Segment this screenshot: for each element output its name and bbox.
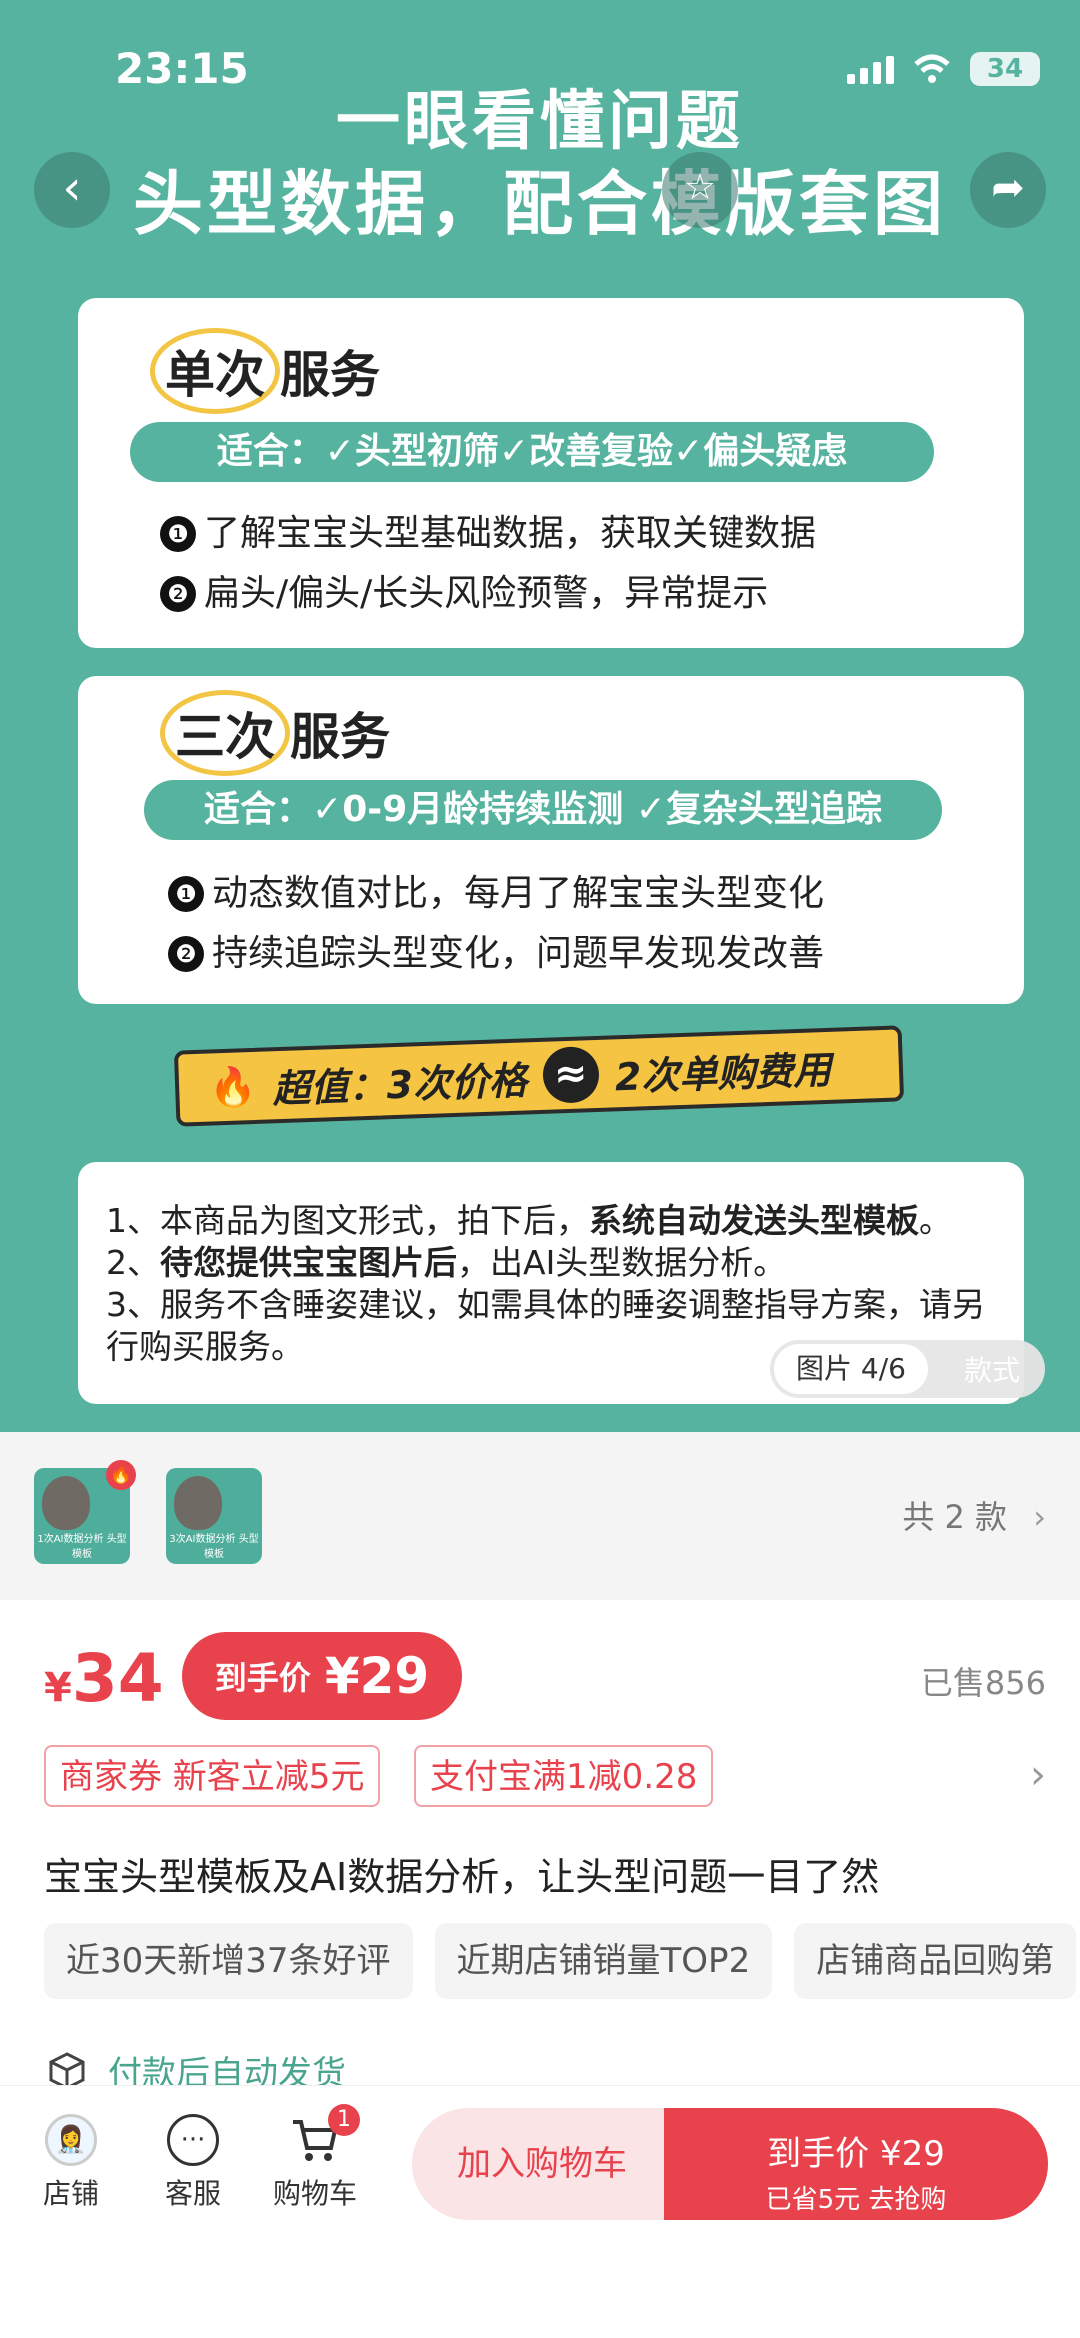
service-label: 客服: [164, 2177, 221, 2210]
coupon-alipay[interactable]: 支付宝满1减0.28: [414, 1745, 714, 1807]
suitable-pill: 适合：✓头型初筛✓改善复验✓偏头疑虑: [130, 422, 934, 482]
price: ¥34: [44, 1640, 164, 1717]
coupon-merchant[interactable]: 商家券 新客立减5元: [44, 1745, 381, 1807]
head-image: [174, 1476, 222, 1530]
deal-banner: 🔥 超值：3次价格 ≈ 2次单购费用: [173, 1025, 905, 1127]
image-counter-current: 图片 4/6: [774, 1344, 928, 1394]
hero-subheadline: 头型数据，配合模版套图: [133, 163, 947, 245]
title-highlight: 单次: [150, 328, 280, 414]
product-image-carousel[interactable]: 23:15 34 一眼看懂问题 头型数据，配合模版套图 ‹ ☆ ➦ 单次 服务 适…: [0, 0, 1080, 1432]
cart-badge: 1: [328, 2104, 360, 2136]
number-icon: ❷: [160, 576, 196, 612]
tag-item[interactable]: 近期店铺销量TOP2: [434, 1923, 773, 1999]
single-service-card: 单次 服务 适合：✓头型初筛✓改善复验✓偏头疑虑 ❶ 了解宝宝头型基础数据，获取关键…: [78, 298, 1024, 648]
card-title: 单次 服务: [150, 328, 380, 414]
card-title: 三次 服务: [160, 690, 390, 776]
shop-avatar-icon: 👩‍⚕️: [45, 2114, 97, 2166]
buy-now-button[interactable]: 到手价 ¥29 已省5元 去抢购: [664, 2108, 1048, 2220]
sold-count: 已售856: [920, 1664, 1046, 1702]
point-item: ❷ 扁头/偏头/长头风险预警，异常提示: [160, 564, 816, 624]
share-icon: ➦: [991, 165, 1025, 211]
number-icon: ❷: [168, 936, 204, 972]
buy-subtitle: 已省5元 去抢购: [765, 2185, 947, 2215]
variant-thumb-label: 1次AI数据分析 头型模板: [37, 1534, 127, 1560]
share-button[interactable]: ➦: [970, 152, 1046, 228]
product-title: 宝宝头型模板及AI数据分析，让头型问题一目了然: [44, 1855, 880, 1899]
tag-item[interactable]: 店铺商品回购第: [794, 1923, 1077, 1999]
point-list: ❶ 了解宝宝头型基础数据，获取关键数据 ❷ 扁头/偏头/长头风险预警，异常提示: [160, 504, 816, 624]
note-line: 2、待您提供宝宝图片后，出AI头型数据分析。: [106, 1243, 787, 1282]
head-image: [42, 1476, 90, 1530]
variant-thumb[interactable]: 3次AI数据分析 头型模板: [166, 1468, 262, 1564]
note-line: 1、本商品为图文形式，拍下后，系统自动发送头型模板。: [106, 1201, 952, 1240]
title-highlight: 三次: [160, 690, 290, 776]
tag-item[interactable]: 近30天新增37条好评: [44, 1923, 413, 1999]
point-item: ❶ 动态数值对比，每月了解宝宝头型变化: [168, 864, 824, 924]
fire-icon: 🔥: [208, 1063, 258, 1110]
approx-icon: ≈: [541, 1045, 600, 1104]
deal-left: 超值：3次价格: [271, 1057, 528, 1111]
style-tab[interactable]: 款式: [928, 1349, 1020, 1389]
star-icon: ☆: [683, 167, 717, 208]
final-price-value: ¥29: [324, 1647, 430, 1705]
title-rest: 服务: [290, 708, 390, 766]
triple-service-card: 三次 服务 适合：✓0-9月龄持续监测 ✓复杂头型追踪 ❶ 动态数值对比，每月了解宝…: [78, 676, 1024, 1004]
chevron-right-icon: ›: [1033, 1498, 1046, 1536]
number-icon: ❶: [168, 876, 204, 912]
shop-nav[interactable]: 👩‍⚕️ 店铺: [36, 2114, 106, 2212]
chevron-right-icon[interactable]: ›: [1030, 1752, 1046, 1798]
chat-icon: ···: [167, 2114, 219, 2166]
price-value: 34: [71, 1640, 164, 1717]
deal-right: 2次单购费用: [614, 1047, 832, 1099]
cart-nav[interactable]: 购物车 1: [270, 2104, 360, 2212]
variant-thumb-label: 3次AI数据分析 头型模板: [169, 1534, 259, 1560]
service-nav[interactable]: ··· 客服: [158, 2114, 228, 2212]
hot-badge-icon: 🔥: [106, 1460, 136, 1490]
final-price-label: 到手价: [214, 1659, 311, 1697]
favorite-button[interactable]: ☆: [662, 152, 738, 228]
point-list: ❶ 动态数值对比，每月了解宝宝头型变化 ❷ 持续追踪头型变化，问题早发现发改善: [168, 864, 824, 984]
point-item: ❶ 了解宝宝头型基础数据，获取关键数据: [160, 504, 816, 564]
suitable-pill: 适合：✓0-9月龄持续监测 ✓复杂头型追踪: [144, 780, 942, 840]
shop-label: 店铺: [42, 2177, 99, 2210]
price-currency: ¥: [44, 1665, 72, 1711]
cart-label: 购物车: [272, 2177, 357, 2210]
buy-title: 到手价 ¥29: [767, 2134, 945, 2174]
point-item: ❷ 持续追踪头型变化，问题早发现发改善: [168, 924, 824, 984]
title-rest: 服务: [280, 346, 380, 404]
final-price-pill: 到手价 ¥29: [182, 1632, 462, 1720]
variant-total[interactable]: 共 2 款 ›: [902, 1492, 1046, 1538]
back-button[interactable]: ‹: [34, 152, 110, 228]
tag-list: 近30天新增37条好评 近期店铺销量TOP2 店铺商品回购第: [44, 1923, 1080, 1999]
chevron-left-icon: ‹: [62, 160, 82, 216]
add-to-cart-button[interactable]: 加入购物车: [412, 2108, 672, 2220]
number-icon: ❶: [160, 516, 196, 552]
image-counter[interactable]: 图片 4/6 款式: [770, 1340, 1045, 1398]
variant-strip: 1次AI数据分析 头型模板 🔥 3次AI数据分析 头型模板 共 2 款 ›: [0, 1432, 1080, 1600]
